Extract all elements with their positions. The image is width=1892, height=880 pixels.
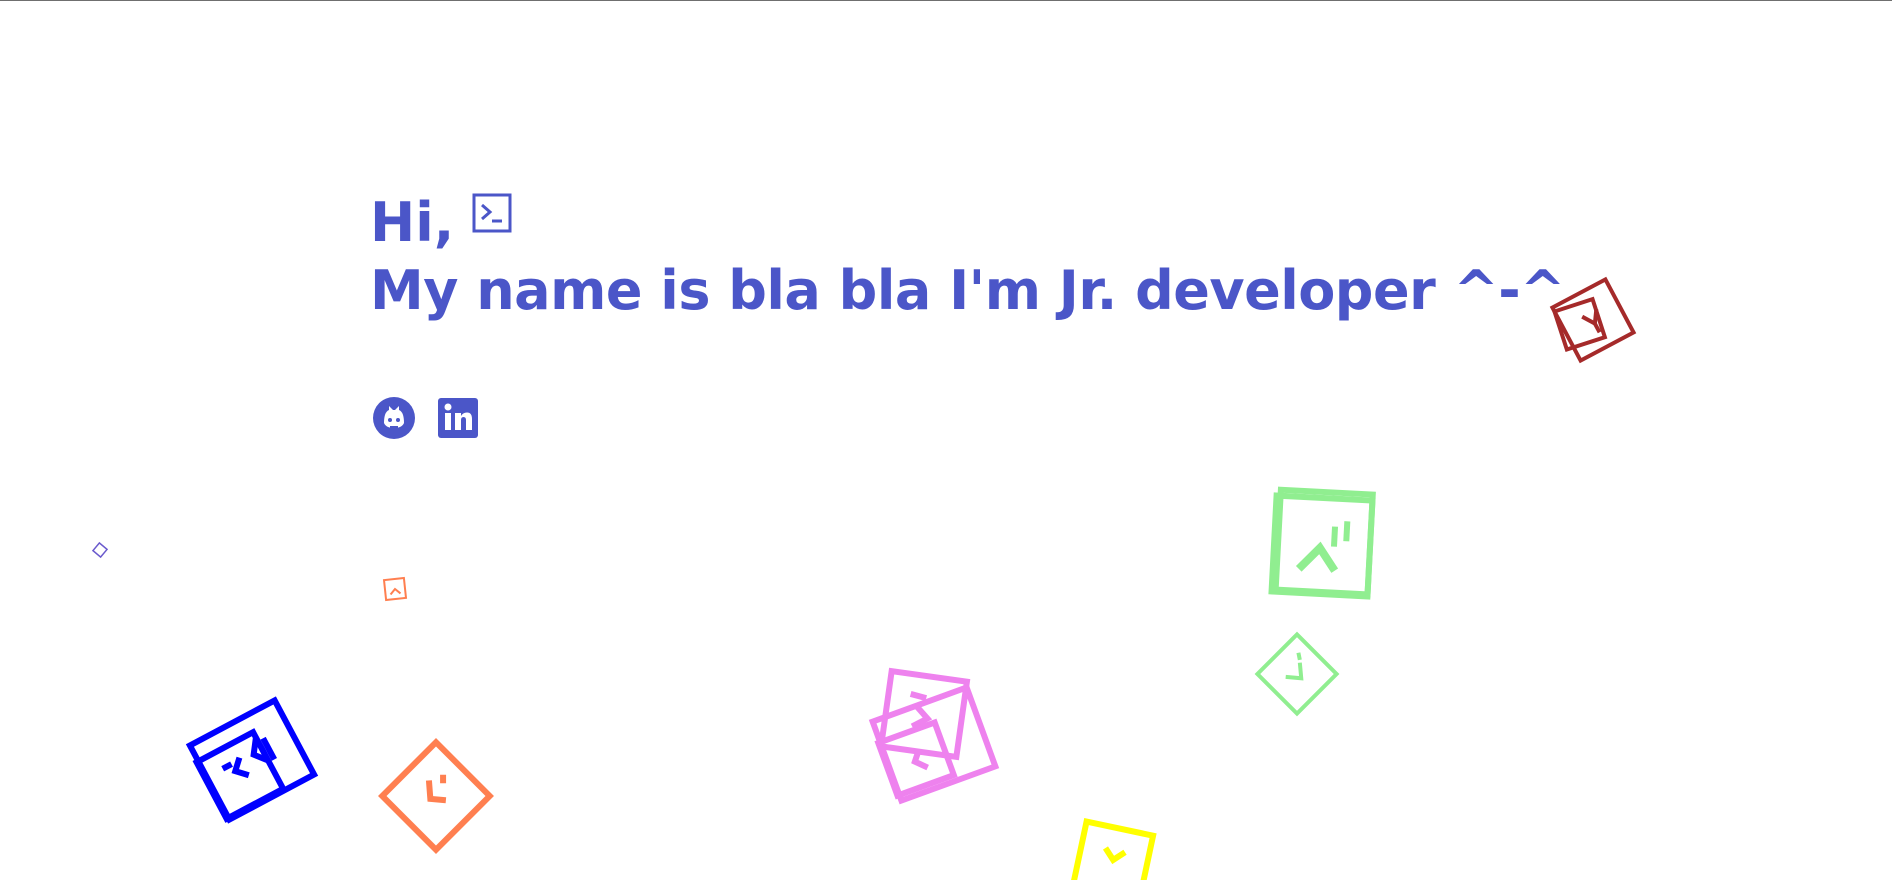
floating-code-icon: [378, 738, 494, 854]
floating-code-icon: [1268, 486, 1376, 600]
floating-code-icon: [1549, 276, 1637, 364]
floating-code-icon: [185, 696, 319, 824]
floating-code-icon: [91, 541, 109, 559]
floating-code-icon: [1068, 817, 1157, 880]
floating-code-icon: [1254, 631, 1340, 717]
floating-code-icon: [382, 576, 408, 602]
floating-icons-background: [91, 276, 1637, 880]
